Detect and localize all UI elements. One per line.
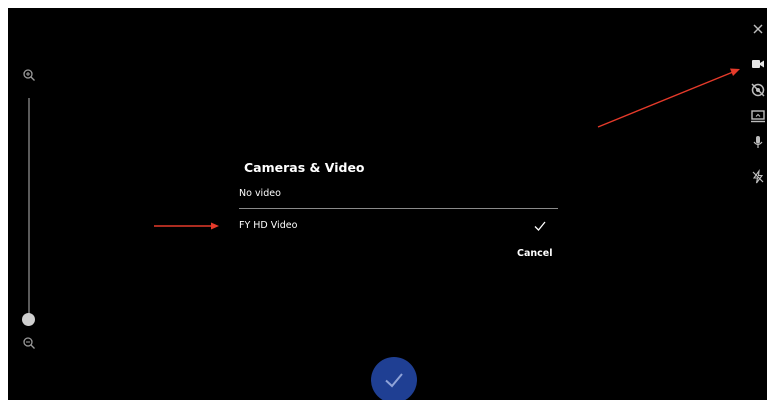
cameras-video-dialog: Cameras & Video No video FY HD Video Can… bbox=[228, 158, 568, 268]
zoom-slider-track[interactable] bbox=[28, 98, 30, 319]
video-camera-icon[interactable] bbox=[750, 56, 766, 72]
video-option-camera-label: FY HD Video bbox=[239, 220, 298, 231]
camera-off-icon[interactable] bbox=[750, 82, 766, 98]
screen-share-icon[interactable] bbox=[750, 108, 766, 124]
video-option-none[interactable]: No video bbox=[239, 188, 281, 199]
cancel-button[interactable]: Cancel bbox=[517, 248, 552, 259]
zoom-slider-thumb[interactable] bbox=[22, 313, 35, 326]
zoom-in-icon[interactable] bbox=[22, 67, 36, 81]
flash-off-icon[interactable] bbox=[750, 169, 766, 185]
confirm-button[interactable] bbox=[371, 357, 417, 400]
dialog-title: Cameras & Video bbox=[244, 160, 365, 175]
camera-view: Cameras & Video No video FY HD Video Can… bbox=[8, 8, 767, 400]
checkmark-icon bbox=[385, 373, 403, 388]
close-icon[interactable] bbox=[750, 21, 766, 37]
microphone-icon[interactable] bbox=[750, 134, 766, 150]
zoom-out-icon[interactable] bbox=[22, 335, 36, 349]
dialog-divider bbox=[239, 208, 558, 209]
video-option-camera[interactable]: FY HD Video bbox=[239, 220, 559, 234]
check-icon bbox=[533, 218, 547, 232]
